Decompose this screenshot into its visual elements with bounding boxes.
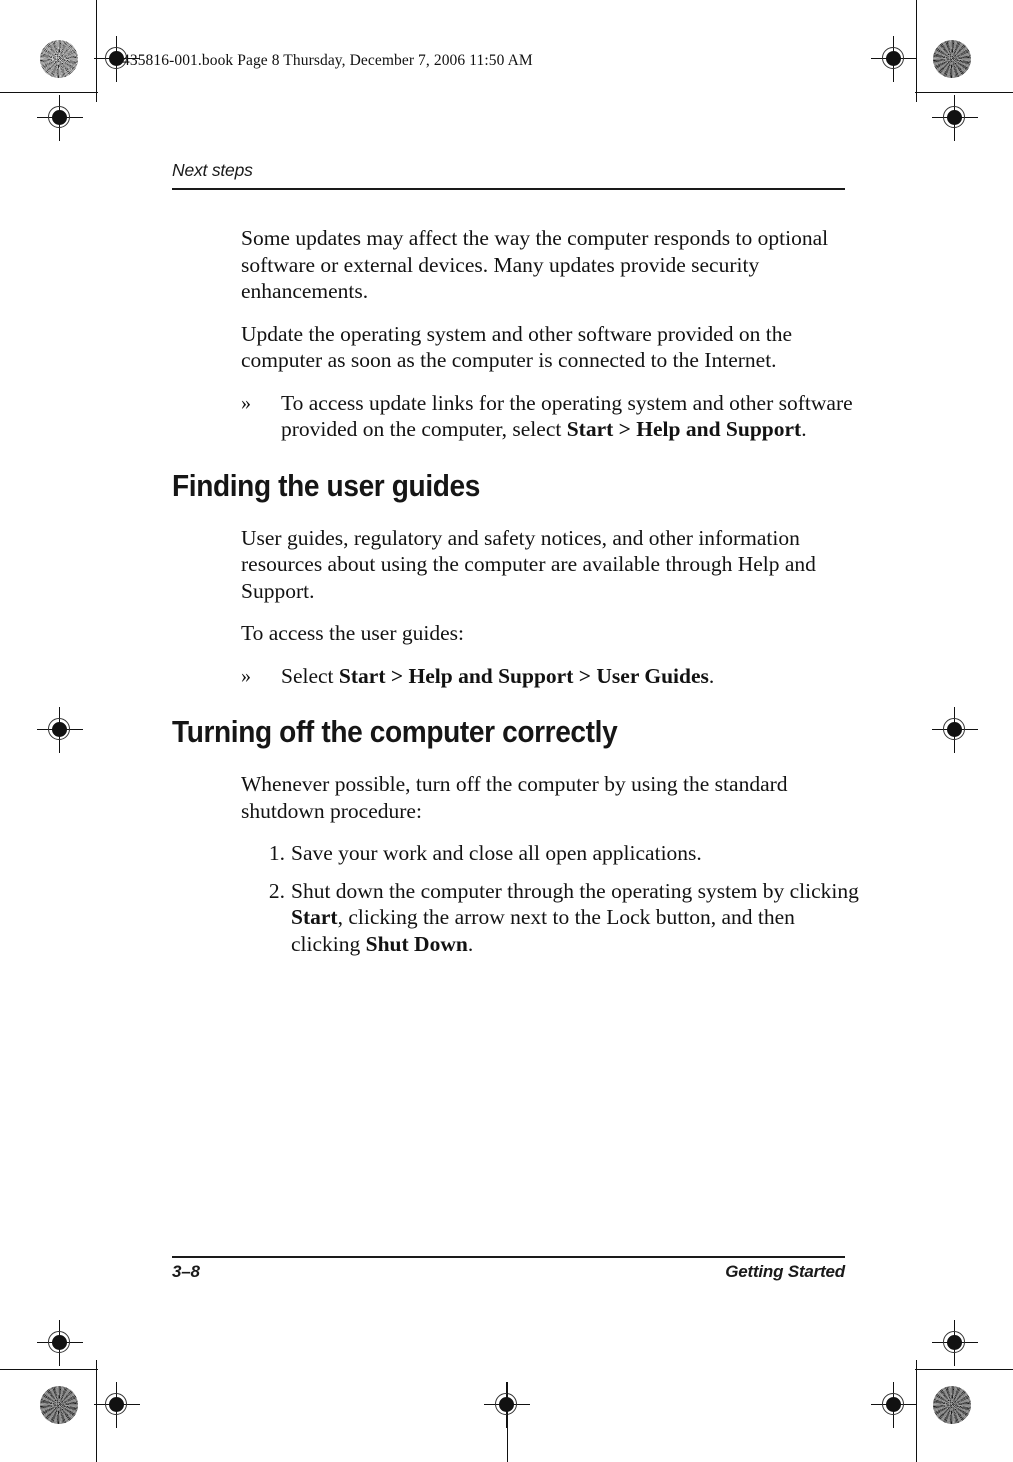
chevron-bullet-icon: » [241,391,251,414]
registration-mark-top-right [871,36,917,82]
running-head: Next steps [172,160,253,180]
step-number: 1. [268,841,285,865]
bullet-text-bold: Start > Help and Support > User Guides [338,663,709,688]
trim-line-bottom-center [507,1382,508,1462]
registration-mark-middle-right [932,707,978,753]
bullet-list-select-user-guides: » Select Start > Help and Support > User … [172,663,862,690]
registration-mark-lower-left-corner [37,1320,83,1366]
registration-mark-upper-right-corner [932,95,978,141]
bullet-text-bold: Start > Help and Support [566,417,802,441]
bullet-text-after: . [801,417,807,441]
running-head-rule [172,188,845,190]
footer-chapter-title: Getting Started [725,1262,845,1281]
color-rosette-top-left [40,40,78,78]
section-heading-turning-off-the-computer-correctly: Turning off the computer correctly [172,715,618,749]
bullet-list-update-links: » To access update links for the operatin… [172,390,862,443]
paragraph-to-access-user-guides: To access the user guides: [241,621,464,645]
step-text-bold: Start [291,905,338,929]
trim-line-bottom-right-horizontal [915,1369,1013,1370]
section-heading-finding-the-user-guides: Finding the user guides [172,468,481,503]
paragraph-user-guides: User guides, regulatory and safety notic… [241,525,816,603]
step-text-before: Shut down the computer through the opera… [291,878,859,903]
list-item: » To access update links for the operatin… [241,390,862,443]
body-column: Some updates may affect the way the comp… [172,225,862,968]
slug-line: 435816-001.book Page 8 Thursday, Decembe… [122,52,533,69]
trim-line-top-right-horizontal [915,92,1013,93]
registration-mark-upper-left-corner [37,95,83,141]
color-rosette-top-right [933,40,971,78]
registration-mark-middle-left [37,707,83,753]
step-number: 2. [268,878,285,903]
list-item: 1. Save your work and close all open appl… [259,840,862,867]
list-item: 2. Shut down the computer through the ope… [259,878,862,958]
registration-mark-lower-right-corner [932,1320,978,1366]
step-text-before: Save your work and close all open applic… [291,841,702,865]
trim-line-bottom-left-horizontal [0,1369,98,1370]
paragraph-updates-affect: Some updates may affect the way the comp… [241,226,829,303]
color-rosette-bottom-right [933,1386,971,1424]
step-text-after: . [467,931,474,956]
trim-line-top-left-horizontal [0,92,98,93]
registration-mark-bottom-right [871,1382,917,1428]
paragraph-whenever-possible: Whenever possible, turn off the computer… [241,772,788,823]
list-item: » Select Start > Help and Support > User … [241,663,862,690]
step-text-bold-2: Shut Down [365,931,468,956]
registration-mark-bottom-left [94,1382,140,1428]
chevron-bullet-icon: » [241,664,251,687]
printed-page: 435816-001.book Page 8 Thursday, Decembe… [0,0,1013,1462]
paragraph-update-operating-system: Update the operating system and other so… [241,321,793,373]
color-rosette-bottom-left [40,1386,78,1424]
footer-rule [172,1256,845,1258]
numbered-step-list: 1. Save your work and close all open appl… [172,840,862,957]
bullet-text-before: Select [281,663,339,688]
bullet-text-after: . [708,663,715,688]
